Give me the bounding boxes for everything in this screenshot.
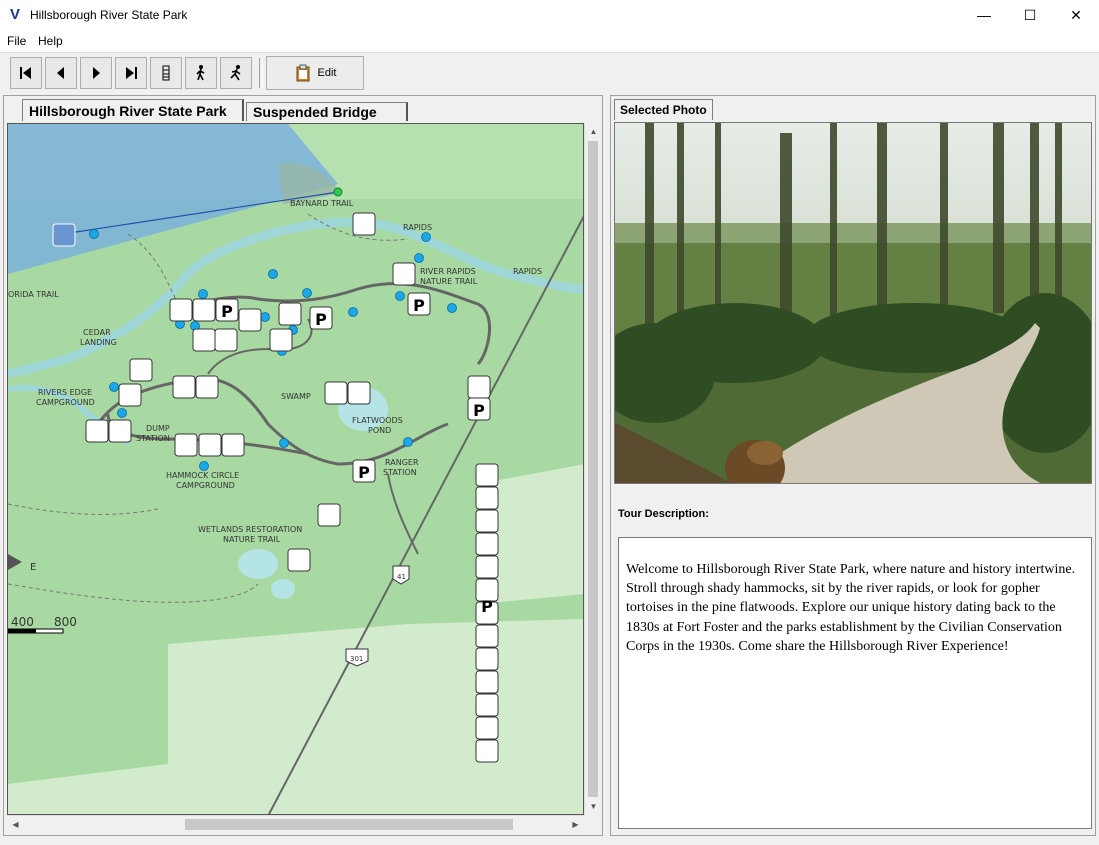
last-icon [126, 67, 137, 79]
map-label-ranger: RANGER [385, 458, 419, 467]
title-bar: V Hillsborough River State Park — ☐ ✕ [0, 0, 1099, 31]
map-label-nature-trail2: NATURE TRAIL [223, 535, 281, 544]
next-button[interactable] [80, 57, 112, 89]
v-app-icon: V [10, 6, 21, 23]
map-label-scale-400: 400 [11, 615, 34, 629]
map-canvas: P P P P P P BAYNARD TRAILRAPIDSRAPIDSRIVER… [8, 124, 583, 814]
map-label-rapids1: RAPIDS [403, 223, 432, 232]
map-label-rivers-edge: RIVERS EDGE [38, 388, 92, 397]
next-icon [93, 67, 100, 79]
panel-splitter[interactable] [603, 95, 610, 836]
route-button[interactable] [150, 57, 182, 89]
map-label-campground2: CAMPGROUND [176, 481, 235, 490]
walk-icon [196, 65, 205, 81]
toolbar-separator [259, 58, 263, 88]
map-label-swamp: SWAMP [281, 392, 311, 401]
svg-text:P: P [315, 310, 327, 329]
toolbar: Edit [0, 52, 1099, 93]
last-button[interactable] [115, 57, 147, 89]
clipboard-icon [296, 64, 310, 82]
map-label-cedar: CEDAR [83, 328, 111, 337]
current-waypoint[interactable] [333, 187, 343, 197]
map-horizontal-scrollbar[interactable]: ◀ ▶ [7, 815, 584, 833]
minimize-icon[interactable]: — [961, 0, 1007, 31]
menu-file[interactable]: File [7, 34, 26, 48]
previous-button[interactable] [45, 57, 77, 89]
first-icon [20, 67, 31, 79]
scroll-down-icon[interactable]: ▼ [585, 798, 602, 815]
run-button[interactable] [220, 57, 252, 89]
route-icon [162, 65, 170, 81]
window-title: Hillsborough River State Park [30, 8, 188, 22]
edit-label: Edit [317, 67, 337, 79]
map-panel: Hillsborough River State Park Suspended … [3, 95, 603, 836]
map-label-flatwoods: FLATWOODS [352, 416, 403, 425]
map-label-nature-trail: NATURE TRAIL [420, 277, 478, 286]
photo-panel: Selected Photo Tour Description: Welcome… [610, 95, 1096, 836]
run-icon [230, 65, 241, 81]
first-button[interactable] [10, 57, 42, 89]
map-label-river-rapids: RIVER RAPIDS [420, 267, 476, 276]
map-label-campground1: CAMPGROUND [36, 398, 95, 407]
map-label-landing: LANDING [80, 338, 117, 347]
tab-selected-photo[interactable]: Selected Photo [614, 99, 713, 120]
scroll-right-icon[interactable]: ▶ [567, 816, 584, 833]
scroll-left-icon[interactable]: ◀ [7, 816, 24, 833]
tab-park-map[interactable]: Hillsborough River State Park [22, 99, 244, 121]
scroll-up-icon[interactable]: ▲ [585, 123, 602, 140]
trail-photo [614, 122, 1092, 484]
menu-bar: File Help [0, 31, 1099, 52]
svg-text:P: P [413, 296, 425, 315]
park-map[interactable]: P P P P P P BAYNARD TRAIL RAPIDS RAPIDS RIV… [7, 123, 584, 815]
svg-text:P: P [358, 463, 370, 482]
map-label-compass-e: E [30, 562, 36, 573]
horizontal-scroll-thumb[interactable] [185, 819, 513, 830]
status-strip [0, 838, 1099, 845]
edit-button[interactable]: Edit [266, 56, 364, 90]
previous-icon [57, 67, 64, 79]
svg-text:P: P [481, 597, 493, 616]
vertical-scroll-thumb[interactable] [588, 141, 598, 797]
map-label-road-301: 301 [350, 655, 363, 663]
map-label-scale-800: 800 [54, 615, 77, 629]
menu-help[interactable]: Help [38, 34, 63, 48]
tour-description-label: Tour Description: [618, 508, 709, 520]
map-vertical-scrollbar[interactable]: ▲ ▼ [584, 123, 602, 815]
svg-text:P: P [221, 302, 233, 321]
map-label-hammock: HAMMOCK CIRCLE [166, 471, 239, 480]
forest-trail-image [615, 123, 1091, 483]
map-label-wetlands: WETLANDS RESTORATION [198, 525, 302, 534]
map-label-station1: STATION [136, 434, 170, 443]
svg-text:P: P [473, 401, 485, 420]
map-label-pond: POND [368, 426, 391, 435]
tab-suspended-bridge[interactable]: Suspended Bridge [246, 102, 408, 121]
map-label-road-41: 41 [397, 573, 406, 581]
maximize-icon[interactable]: ☐ [1007, 0, 1053, 31]
tour-description-text[interactable]: Welcome to Hillsborough River State Park… [618, 537, 1092, 829]
walk-button[interactable] [185, 57, 217, 89]
map-label-rapids2: RAPIDS [513, 267, 542, 276]
map-label-baynard: BAYNARD TRAIL [290, 199, 354, 208]
map-label-florida-trail: ORIDA TRAIL [8, 290, 59, 299]
map-label-station2: STATION [383, 468, 417, 477]
close-icon[interactable]: ✕ [1053, 0, 1099, 31]
map-label-dump: DUMP [146, 424, 170, 433]
